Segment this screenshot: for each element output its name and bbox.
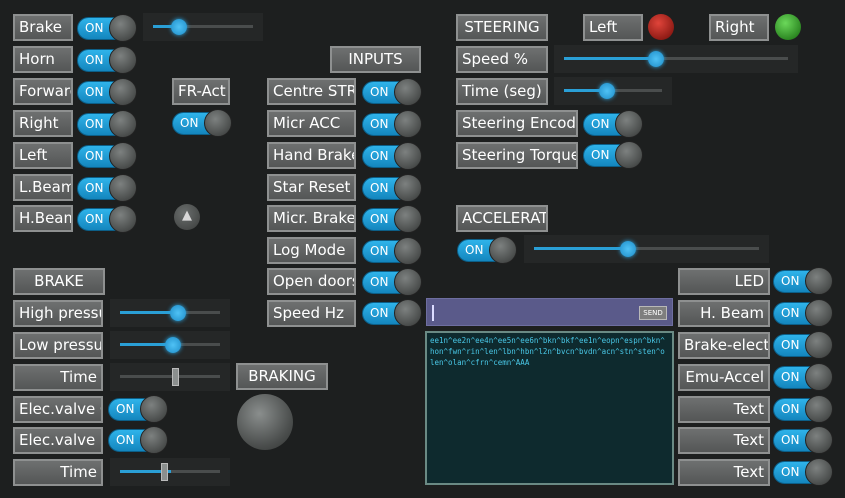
toggle-hand-brake[interactable]: ON: [362, 141, 422, 171]
toggle-steering-encoder[interactable]: ON: [583, 109, 643, 139]
low-pressure-slider[interactable]: [110, 331, 230, 359]
label-speed-hz: Speed Hz: [267, 300, 356, 327]
toggle-micr-brake[interactable]: ON: [362, 204, 422, 234]
toggle-text-2[interactable]: ON: [773, 425, 833, 455]
toggle-h-beam[interactable]: ON: [77, 204, 137, 234]
toggle-acceleration[interactable]: ON: [457, 235, 517, 265]
label-log-mode: Log Mode: [267, 237, 356, 264]
arrow-up-button[interactable]: ▲: [174, 204, 200, 230]
label-star-reset: Star Reset: [267, 174, 356, 201]
toggle-micr-acc[interactable]: ON: [362, 109, 422, 139]
label-l-beam: L.Beam: [13, 174, 73, 201]
label-right: Right: [13, 110, 73, 137]
braking-knob[interactable]: [237, 394, 293, 450]
toggle-left[interactable]: ON: [77, 141, 137, 171]
brake-slider[interactable]: [143, 13, 263, 41]
toggle-brake[interactable]: ON: [77, 13, 137, 43]
toggle-fr-act[interactable]: ON: [172, 108, 232, 138]
label-open-doors: Open doors: [267, 268, 356, 295]
toggle-right[interactable]: ON: [77, 109, 137, 139]
toggle-log-mode[interactable]: ON: [362, 236, 422, 266]
toggle-elec-valve-d[interactable]: ON: [108, 425, 168, 455]
inputs-header: INPUTS: [330, 46, 421, 73]
label-horn: Horn: [13, 46, 73, 73]
label-time-seg: Time (seg): [456, 78, 548, 105]
toggle-elec-valve-c[interactable]: ON: [108, 394, 168, 424]
label-elec-valve-d: Elec.valve D: [13, 427, 103, 454]
send-button[interactable]: SEND: [639, 306, 667, 320]
time-slider-1[interactable]: [110, 363, 230, 391]
label-hand-brake: Hand Brake: [267, 142, 356, 169]
label-time-1: Time: [13, 364, 103, 391]
toggle-h-beam-out[interactable]: ON: [773, 298, 833, 328]
toggle-text-3[interactable]: ON: [773, 457, 833, 487]
label-low-pressure: Low pressure: [13, 332, 103, 359]
label-micr-acc: Micr ACC: [267, 110, 356, 137]
label-steering-encoder: Steering Encoder: [456, 110, 578, 137]
label-left: Left: [13, 142, 73, 169]
label-emu-accel: Emu-Accel: [678, 364, 770, 391]
label-led: LED: [678, 268, 770, 295]
high-pressure-slider[interactable]: [110, 299, 230, 327]
toggle-open-doors[interactable]: ON: [362, 267, 422, 297]
label-speed-percent: Speed %: [456, 46, 548, 73]
label-steering-torque: Steering Torque: [456, 142, 578, 169]
toggle-steering-torque[interactable]: ON: [583, 140, 643, 170]
steering-header: STEERING: [456, 14, 548, 41]
label-brake-electric: Brake-electric: [678, 332, 770, 359]
toggle-speed-hz[interactable]: ON: [362, 298, 422, 328]
toggle-horn[interactable]: ON: [77, 45, 137, 75]
label-time-2: Time: [13, 459, 103, 486]
toggle-led[interactable]: ON: [773, 266, 833, 296]
label-forward: Forward: [13, 78, 73, 105]
toggle-centre-str[interactable]: ON: [362, 77, 422, 107]
time-slider-2[interactable]: [110, 458, 230, 486]
toggle-l-beam[interactable]: ON: [77, 173, 137, 203]
label-centre-str: Centre STR: [267, 78, 356, 105]
arrow-up-icon: ▲: [182, 208, 192, 223]
label-h-beam-out: H. Beam: [678, 300, 770, 327]
right-indicator-led: [775, 14, 801, 40]
command-input[interactable]: SEND: [426, 298, 673, 326]
label-text-3: Text: [678, 459, 770, 486]
label-h-beam: H.Beam: [13, 205, 73, 232]
label-steer-right: Right: [709, 14, 769, 41]
left-indicator-led: [648, 14, 674, 40]
toggle-forward[interactable]: ON: [77, 77, 137, 107]
label-text-1: Text: [678, 396, 770, 423]
label-brake: Brake: [13, 14, 73, 41]
toggle-brake-electric[interactable]: ON: [773, 330, 833, 360]
log-console: ee1n^ee2n^ee4n^ee5n^ee6n^bkn^bkf^ee1n^eo…: [425, 331, 674, 485]
braking-label: BRAKING: [236, 363, 328, 390]
acceleration-slider[interactable]: [524, 235, 769, 263]
label-steer-left: Left: [583, 14, 643, 41]
label-fr-act: FR-Act: [172, 78, 230, 105]
toggle-text-1[interactable]: ON: [773, 394, 833, 424]
label-elec-valve-c: Elec.valve C: [13, 396, 103, 423]
brake-section-header: BRAKE: [13, 268, 105, 295]
label-high-pressure: High pressure: [13, 300, 103, 327]
toggle-star-reset[interactable]: ON: [362, 173, 422, 203]
label-micr-brake: Micr. Brake: [267, 205, 356, 232]
label-acceleration: ACCELERATION: [456, 205, 548, 232]
speed-percent-slider[interactable]: [554, 45, 798, 73]
toggle-emu-accel[interactable]: ON: [773, 362, 833, 392]
label-text-2: Text: [678, 427, 770, 454]
time-seg-slider[interactable]: [554, 77, 672, 105]
